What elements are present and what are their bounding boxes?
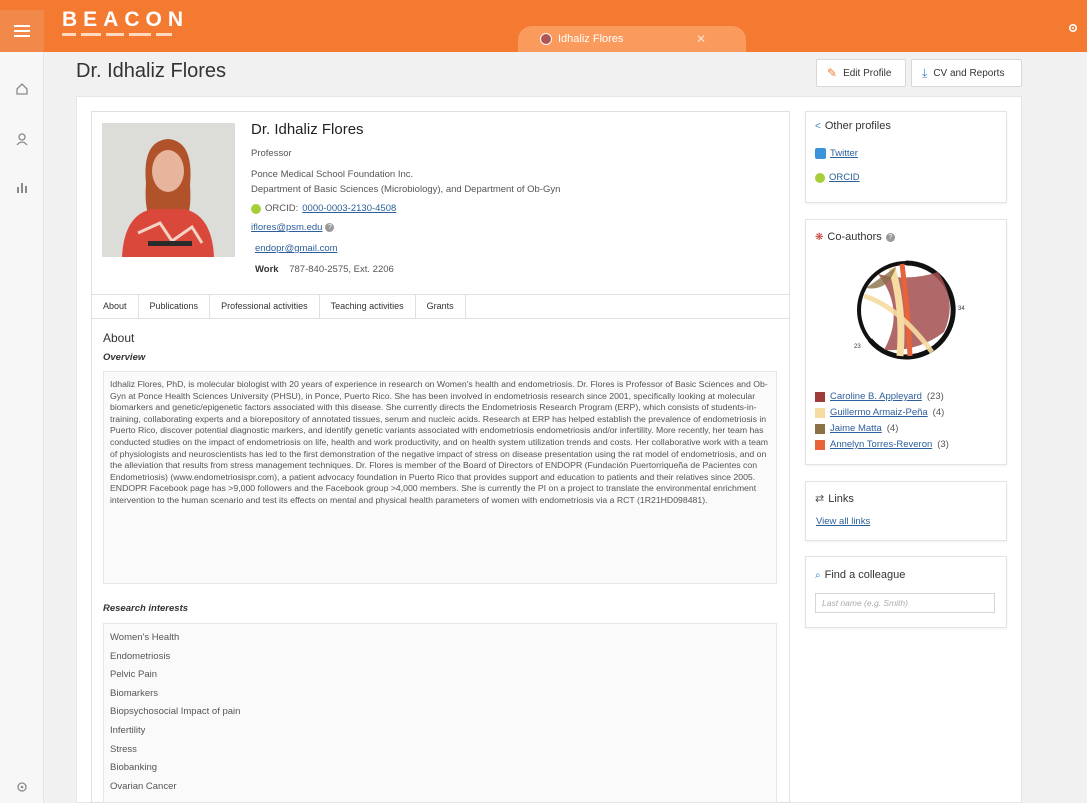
app-logo[interactable]: BEACON	[62, 9, 189, 30]
list-item: Biomarkers	[110, 687, 159, 699]
colleague-search-input[interactable]	[815, 593, 995, 613]
legend-swatch	[815, 423, 825, 434]
list-item: Endometriosis	[110, 650, 171, 662]
hamburger-menu-icon[interactable]	[0, 10, 44, 52]
profile-tabs: About Publications Professional activiti…	[91, 294, 790, 319]
profile-photo	[102, 123, 235, 257]
tab-publications[interactable]: Publications	[139, 294, 211, 318]
list-item: Pelvic Pain	[110, 669, 157, 681]
coauthor-link[interactable]: Caroline B. Appleyard	[830, 391, 922, 402]
coauthor-link[interactable]: Guillermo Armaiz-Peña	[830, 407, 928, 418]
orcid-icon	[815, 172, 825, 183]
coauthor-count: (3)	[937, 439, 949, 450]
tab-avatar-icon	[540, 33, 552, 45]
tab-title: Idhaliz Flores	[558, 33, 624, 45]
list-item: Ovarian Cancer	[110, 780, 177, 792]
download-icon: ⤓	[922, 65, 928, 80]
coauthor-link[interactable]: Jaime Matta	[830, 423, 882, 434]
settings-gear-icon[interactable]	[14, 780, 30, 796]
edit-profile-button[interactable]: ✎ Edit Profile	[816, 59, 906, 87]
chord-label-23: 23	[854, 344, 861, 350]
work-phone: 787-840-2575, Ext. 2206	[289, 264, 394, 275]
cv-reports-button[interactable]: ⤓ CV and Reports	[911, 59, 1022, 87]
view-all-links[interactable]: View all links	[816, 516, 870, 527]
twitter-icon	[815, 148, 826, 159]
partner-logos	[62, 33, 172, 36]
work-label: Work	[255, 264, 279, 275]
tab-close-icon[interactable]: ✕	[696, 32, 706, 46]
research-interests-heading: Research interests	[103, 603, 189, 614]
tab-grants[interactable]: Grants	[416, 294, 466, 318]
overview-text: Idhaliz Flores, PhD, is molecular biolog…	[110, 379, 769, 505]
tab-teaching-activities[interactable]: Teaching activities	[320, 294, 416, 318]
links-title: ⇄ Links	[815, 492, 854, 506]
coauthor-legend-item: Caroline B. Appleyard (23)	[815, 391, 944, 402]
list-item: Infertility	[110, 724, 146, 736]
about-heading: About	[103, 331, 135, 345]
list-item: Women's Health	[110, 632, 180, 643]
page-title: Dr. Idhaliz Flores	[76, 60, 227, 82]
coauthor-link[interactable]: Annelyn Torres-Reveron	[830, 439, 932, 450]
info-icon[interactable]: ?	[325, 223, 335, 232]
twitter-row: Twitter	[815, 148, 858, 159]
top-bar: BEACON Idhaliz Flores ✕	[0, 0, 1087, 52]
coauthor-chord-diagram[interactable]: 34 23	[848, 252, 968, 372]
settings-icon[interactable]	[1067, 22, 1079, 37]
legend-swatch	[815, 407, 825, 418]
coauthor-legend-item: Jaime Matta (4)	[815, 423, 898, 434]
links-icon: ⇄	[815, 493, 825, 505]
profile-department: Department of Basic Sciences (Microbiolo…	[251, 184, 561, 195]
find-colleague-title: ⌕ Find a colleague	[815, 569, 906, 581]
share-icon: <	[815, 120, 821, 132]
profile-role: Professor	[251, 148, 292, 159]
other-profiles-title: < Other profiles	[815, 120, 891, 132]
cv-reports-label: CV and Reports	[933, 67, 1005, 79]
list-item: Biobanking	[110, 762, 158, 774]
orcid-profile-row: ORCID	[815, 172, 860, 183]
overview-heading: Overview	[103, 352, 146, 363]
list-item: Stress	[110, 743, 137, 755]
edit-profile-label: Edit Profile	[843, 67, 892, 79]
profile-name: Dr. Idhaliz Flores	[251, 121, 364, 138]
tab-professional-activities[interactable]: Professional activities	[210, 294, 320, 318]
coauthor-count: (4)	[886, 423, 899, 434]
info-icon[interactable]: ?	[885, 232, 895, 242]
links-widget	[805, 481, 1007, 541]
coauthor-count: (4)	[932, 407, 945, 418]
research-interests-list: Women's Health Endometriosis Pelvic Pain…	[110, 631, 240, 798]
orcid-icon	[251, 203, 261, 214]
person-icon[interactable]	[14, 132, 30, 148]
find-colleague-widget	[805, 556, 1007, 628]
profile-tab[interactable]: Idhaliz Flores ✕	[518, 26, 746, 52]
work-phone-row: Work 787-840-2575, Ext. 2206	[255, 264, 394, 275]
home-icon[interactable]	[14, 82, 30, 98]
primary-email-link[interactable]: iflores@psm.edu	[251, 222, 322, 233]
coauthor-count: (23)	[926, 391, 944, 402]
coauthors-icon: ❋	[815, 231, 824, 243]
search-icon: ⌕	[815, 569, 821, 581]
profile-organization: Ponce Medical School Foundation Inc.	[251, 169, 414, 180]
legend-swatch	[815, 439, 825, 450]
twitter-link[interactable]: Twitter	[830, 148, 858, 159]
orcid-row: ORCID: 0000-0003-2130-4508	[251, 203, 396, 214]
coauthor-legend-item: Annelyn Torres-Reveron (3)	[815, 439, 949, 450]
secondary-email-row: endopr@gmail.com	[255, 243, 338, 254]
chart-icon[interactable]	[14, 180, 30, 196]
coauthors-title: ❋ Co-authors ?	[815, 231, 895, 243]
orcid-label: ORCID:	[265, 203, 299, 214]
left-rail	[0, 52, 44, 803]
tab-about[interactable]: About	[92, 294, 139, 318]
coauthor-legend-item: Guillermo Armaiz-Peña (4)	[815, 407, 944, 418]
legend-swatch	[815, 391, 825, 402]
orcid-profile-link[interactable]: ORCID	[829, 172, 860, 183]
chord-label-34: 34	[958, 306, 965, 312]
list-item: Biopsychosocial Impact of pain	[110, 706, 241, 718]
secondary-email-link[interactable]: endopr@gmail.com	[255, 243, 338, 254]
primary-email-row: iflores@psm.edu ?	[251, 222, 335, 233]
pencil-icon: ✎	[827, 66, 838, 80]
orcid-link[interactable]: 0000-0003-2130-4508	[302, 203, 396, 214]
